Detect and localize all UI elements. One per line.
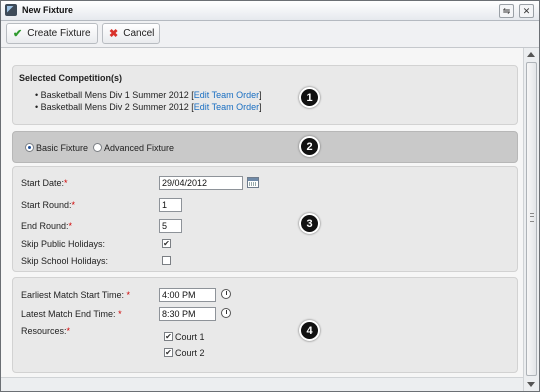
- app-icon: [5, 4, 17, 16]
- skip-public-holidays-label: Skip Public Holidays:: [21, 239, 106, 249]
- competition-item: • Basketball Mens Div 2 Summer 2012 [Edi…: [35, 102, 262, 112]
- latest-end-label: Latest Match End Time: *: [21, 309, 122, 319]
- window-title: New Fixture: [22, 5, 74, 15]
- court-2-label: Court 2: [175, 348, 205, 358]
- create-fixture-button[interactable]: ✔ Create Fixture: [6, 23, 98, 44]
- advanced-fixture-radio[interactable]: [93, 143, 102, 152]
- scroll-down-icon[interactable]: [527, 382, 535, 387]
- skip-public-holidays-checkbox[interactable]: ✔: [162, 239, 171, 248]
- step-badge: 2: [299, 136, 320, 157]
- start-round-input[interactable]: 1: [159, 198, 182, 212]
- fixture-type-panel: Basic Fixture Advanced Fixture 2: [12, 131, 518, 163]
- start-date-label: Start Date:*: [21, 178, 68, 188]
- latest-end-input[interactable]: 8:30 PM: [159, 307, 216, 321]
- horizontal-scrollbar[interactable]: [1, 377, 523, 391]
- earliest-start-label: Earliest Match Start Time: *: [21, 290, 131, 300]
- competitions-panel: Selected Competition(s) • Basketball Men…: [12, 65, 518, 125]
- cancel-button[interactable]: ✖ Cancel: [102, 23, 160, 44]
- title-bar: New Fixture ⇋ ✕: [1, 1, 539, 21]
- check-icon: ✔: [13, 28, 23, 40]
- vertical-scrollbar[interactable]: [523, 48, 539, 391]
- step-badge: 1: [299, 87, 320, 108]
- scroll-up-icon[interactable]: [527, 52, 535, 57]
- clock-icon[interactable]: [221, 308, 231, 318]
- earliest-start-input[interactable]: 4:00 PM: [159, 288, 216, 302]
- start-date-input[interactable]: 29/04/2012: [159, 176, 243, 190]
- close-icon[interactable]: ✕: [519, 4, 534, 18]
- create-fixture-label: Create Fixture: [27, 28, 91, 39]
- step-badge: 3: [299, 213, 320, 234]
- calendar-icon[interactable]: [247, 177, 259, 188]
- court-1-label: Court 1: [175, 332, 205, 342]
- skip-school-holidays-checkbox[interactable]: [162, 256, 171, 265]
- skip-school-holidays-label: Skip School Holidays:: [21, 256, 109, 266]
- advanced-fixture-label[interactable]: Advanced Fixture: [104, 143, 174, 153]
- times-panel: Earliest Match Start Time: * 4:00 PM Lat…: [12, 277, 518, 373]
- start-round-label: Start Round:*: [21, 200, 76, 210]
- end-round-label: End Round:*: [21, 221, 73, 231]
- competition-item: • Basketball Mens Div 1 Summer 2012 [Edi…: [35, 90, 262, 100]
- competition-name: Basketball Mens Div 2 Summer 2012: [40, 102, 189, 112]
- cancel-label: Cancel: [123, 28, 155, 39]
- form-content: Selected Competition(s) • Basketball Men…: [1, 48, 523, 377]
- end-round-input[interactable]: 5: [159, 219, 182, 233]
- competition-name: Basketball Mens Div 1 Summer 2012: [40, 90, 189, 100]
- edit-team-order-link[interactable]: Edit Team Order: [194, 102, 259, 112]
- scroll-thumb[interactable]: [526, 62, 537, 376]
- court-2-checkbox[interactable]: ✔: [164, 348, 173, 357]
- court-1-checkbox[interactable]: ✔: [164, 332, 173, 341]
- basic-fixture-radio[interactable]: [25, 143, 34, 152]
- grip-icon: [530, 213, 534, 222]
- restore-icon[interactable]: ⇋: [499, 4, 514, 18]
- x-icon: ✖: [109, 28, 119, 40]
- competitions-heading: Selected Competition(s): [19, 73, 123, 83]
- resources-label: Resources:*: [21, 326, 71, 336]
- new-fixture-window: New Fixture ⇋ ✕ ✔ Create Fixture ✖ Cance…: [0, 0, 540, 392]
- toolbar: ✔ Create Fixture ✖ Cancel: [1, 21, 539, 48]
- edit-team-order-link[interactable]: Edit Team Order: [194, 90, 259, 100]
- rounds-panel: Start Date:* 29/04/2012 Start Round:* 1 …: [12, 166, 518, 272]
- basic-fixture-label[interactable]: Basic Fixture: [36, 143, 88, 153]
- step-badge: 4: [299, 320, 320, 341]
- clock-icon[interactable]: [221, 289, 231, 299]
